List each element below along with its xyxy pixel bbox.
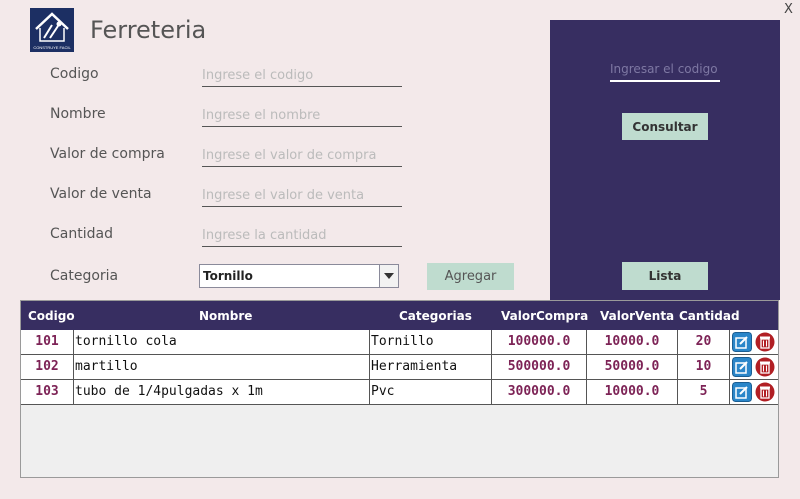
cell-code: 103: [21, 380, 74, 404]
cell-sale-price: 10000.0: [587, 380, 678, 404]
search-code-input[interactable]: [610, 58, 720, 82]
category-select-value: Tornillo: [203, 269, 253, 283]
sale-price-input[interactable]: [202, 184, 402, 207]
cell-quantity: 20: [678, 330, 730, 354]
add-button[interactable]: Agregar: [427, 263, 514, 290]
edit-icon[interactable]: [732, 357, 752, 377]
quantity-input[interactable]: [202, 224, 402, 247]
chevron-down-icon[interactable]: [379, 265, 398, 287]
cell-code: 102: [21, 355, 74, 379]
cell-code: 101: [21, 330, 74, 354]
house-tools-icon: CONSTRUYE FACIL: [30, 8, 74, 52]
cell-name: martillo: [74, 355, 370, 379]
header-category[interactable]: Categorias: [399, 309, 472, 323]
trash-icon[interactable]: [755, 332, 775, 352]
table-row[interactable]: 103 tubo de 1/4pulgadas x 1m Pvc 300000.…: [21, 380, 778, 405]
cell-name: tubo de 1/4pulgadas x 1m: [74, 380, 370, 404]
cell-quantity: 10: [678, 355, 730, 379]
search-panel: Consultar Lista: [550, 20, 780, 300]
name-label: Nombre: [50, 106, 106, 122]
table-row[interactable]: 101 tornillo cola Tornillo 100000.0 1000…: [21, 330, 778, 355]
name-input[interactable]: [202, 104, 402, 127]
header-name[interactable]: Nombre: [199, 309, 252, 323]
header-quantity[interactable]: Cantidad: [679, 309, 740, 323]
products-table: Codigo Nombre Categorias ValorCompra Val…: [20, 300, 779, 478]
edit-icon[interactable]: [732, 332, 752, 352]
table-header: Codigo Nombre Categorias ValorCompra Val…: [21, 301, 778, 330]
cell-purchase-price: 300000.0: [492, 380, 587, 404]
close-button[interactable]: X: [784, 2, 793, 17]
quantity-label: Cantidad: [50, 226, 113, 242]
cell-purchase-price: 500000.0: [492, 355, 587, 379]
purchase-price-input[interactable]: [202, 144, 402, 167]
logo: CONSTRUYE FACIL: [30, 8, 74, 52]
consult-button[interactable]: Consultar: [622, 113, 708, 140]
category-label: Categoria: [50, 268, 119, 284]
purchase-price-label: Valor de compra: [50, 146, 165, 162]
header-purchase-price[interactable]: ValorCompra: [501, 309, 588, 323]
list-button[interactable]: Lista: [622, 262, 708, 290]
logo-caption: CONSTRUYE FACIL: [33, 45, 71, 50]
cell-sale-price: 10000.0: [587, 330, 678, 354]
cell-sale-price: 50000.0: [587, 355, 678, 379]
code-label: Codigo: [50, 66, 99, 82]
trash-icon[interactable]: [755, 382, 775, 402]
table-row[interactable]: 102 martillo Herramienta 500000.0 50000.…: [21, 355, 778, 380]
cell-purchase-price: 100000.0: [492, 330, 587, 354]
category-select[interactable]: Tornillo: [199, 264, 399, 288]
cell-category: Herramienta: [370, 355, 492, 379]
sale-price-label: Valor de venta: [50, 186, 152, 202]
header-code[interactable]: Codigo: [28, 309, 75, 323]
cell-name: tornillo cola: [74, 330, 370, 354]
cell-category: Pvc: [370, 380, 492, 404]
trash-icon[interactable]: [755, 357, 775, 377]
cell-quantity: 5: [678, 380, 730, 404]
code-input[interactable]: [202, 64, 402, 87]
edit-icon[interactable]: [732, 382, 752, 402]
header-sale-price[interactable]: ValorVenta: [600, 309, 674, 323]
cell-category: Tornillo: [370, 330, 492, 354]
app-title: Ferreteria: [90, 16, 207, 44]
